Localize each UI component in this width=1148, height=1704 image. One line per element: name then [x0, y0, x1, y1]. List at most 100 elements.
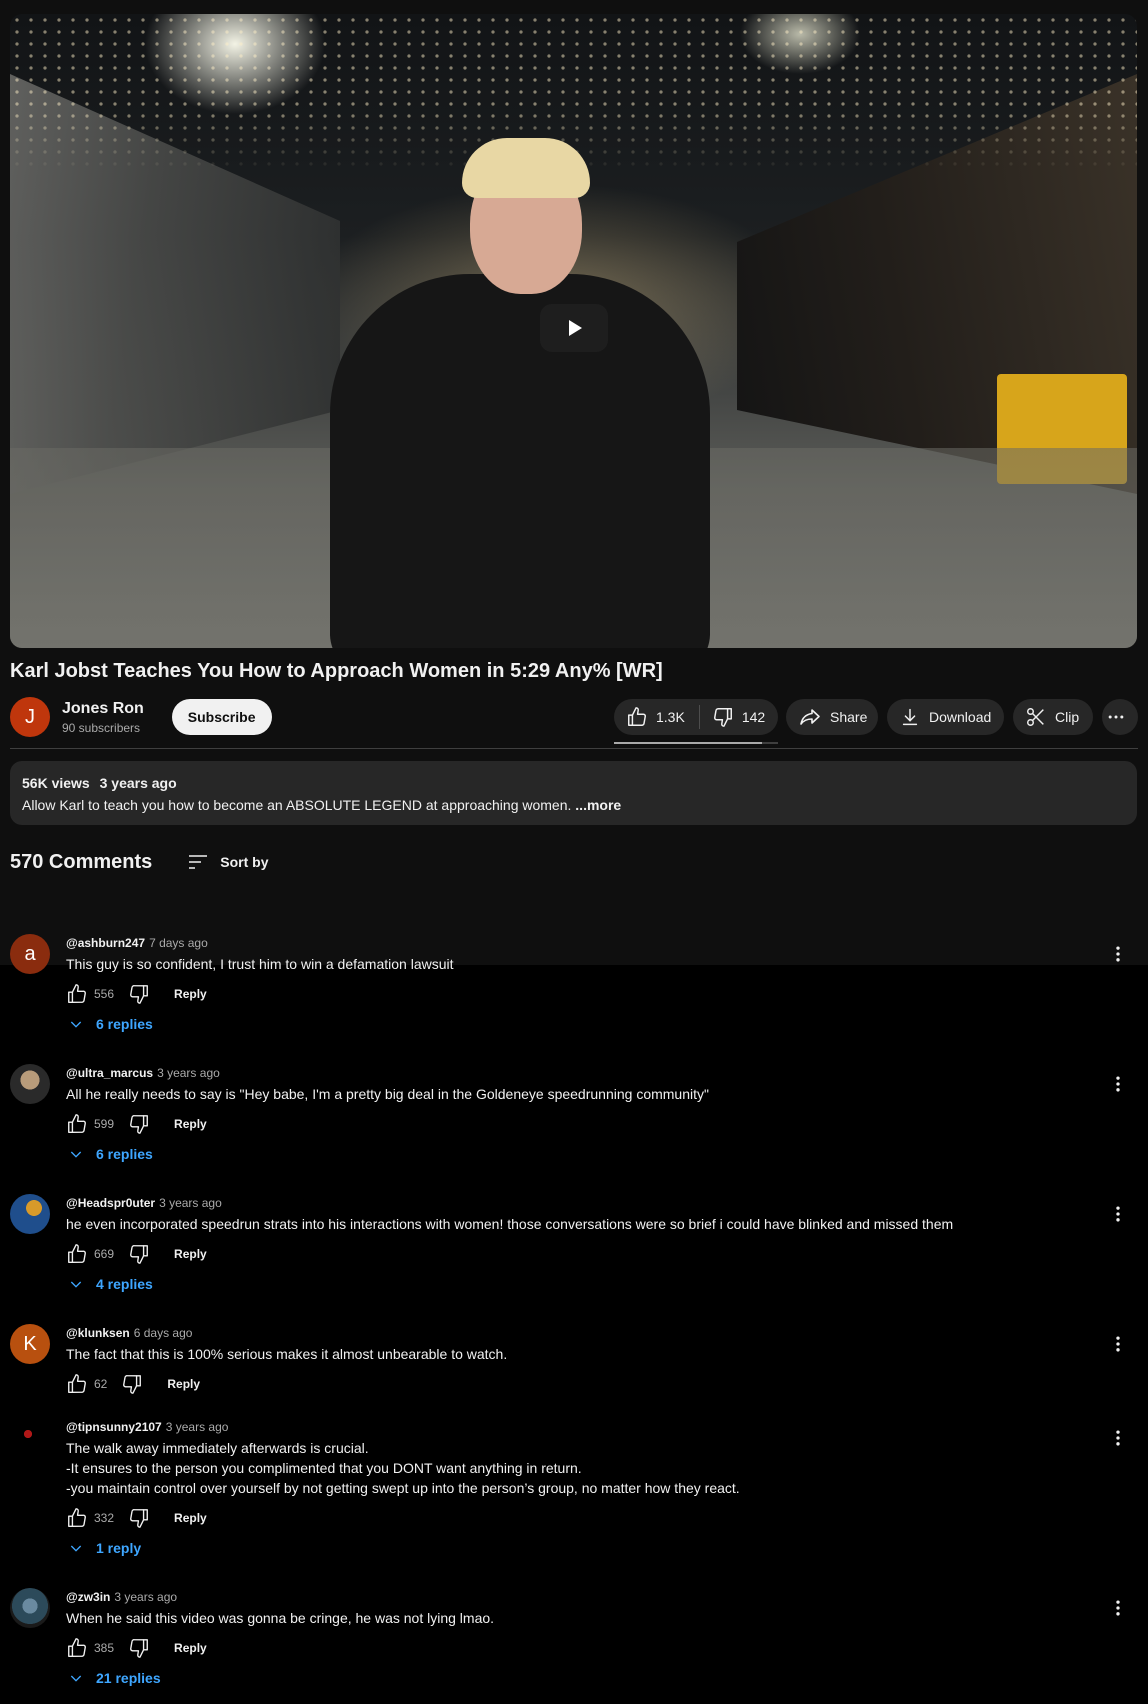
- comment-author[interactable]: @klunksen: [66, 1326, 130, 1340]
- comment-dislike-button[interactable]: [128, 1113, 150, 1135]
- comment-author[interactable]: @tipnsunny2107: [66, 1420, 162, 1434]
- thumb-down-icon: [123, 1375, 142, 1394]
- comment-dislike-button[interactable]: [128, 1637, 150, 1659]
- comment-body: @tipnsunny2107 3 years ago The walk away …: [66, 1418, 1066, 1556]
- comment-avatar[interactable]: K: [10, 1324, 50, 1364]
- comment-author[interactable]: @ultra_marcus: [66, 1066, 153, 1080]
- more-vertical-icon: [1116, 1600, 1120, 1616]
- comment-text: The fact that this is 100% serious makes…: [66, 1346, 508, 1362]
- thumb-up-icon: [68, 1638, 86, 1657]
- like-ratio-fill: [614, 742, 762, 744]
- replies-label: 21 replies: [96, 1670, 161, 1686]
- video-frame-person: [330, 134, 710, 648]
- chevron-down-icon: [70, 1675, 82, 1682]
- comment-text: When he said this video was gonna be cri…: [66, 1610, 495, 1626]
- comment-reply-button[interactable]: Reply: [174, 987, 207, 1001]
- clip-label: Clip: [1055, 709, 1080, 725]
- chevron-down-icon: [70, 1545, 82, 1552]
- comment-reply-button[interactable]: Reply: [167, 1377, 200, 1391]
- comment-menu-button[interactable]: [1106, 1072, 1130, 1096]
- download-icon: [902, 708, 918, 726]
- thumb-down-icon: [130, 1639, 148, 1658]
- comment-like-count: 669: [94, 1247, 115, 1261]
- comment-author[interactable]: @zw3in: [66, 1590, 110, 1604]
- view-replies-button[interactable]: 6 replies: [68, 1016, 1066, 1032]
- play-button[interactable]: [540, 304, 608, 352]
- comment-like-count: 332: [94, 1511, 115, 1525]
- comment-dislike-button[interactable]: [128, 983, 150, 1005]
- comment-dislike-button[interactable]: [128, 1507, 150, 1529]
- comment-reply-button[interactable]: Reply: [174, 1117, 207, 1131]
- description-more-link[interactable]: ...more: [575, 797, 621, 813]
- comment-time[interactable]: 7 days ago: [149, 936, 208, 950]
- thumb-down-icon: [130, 1115, 148, 1134]
- dislike-count: 142: [741, 709, 766, 725]
- view-replies-button[interactable]: 6 replies: [68, 1146, 1066, 1162]
- more-horizontal-icon: [1108, 715, 1124, 719]
- comment-menu-button[interactable]: [1106, 1426, 1130, 1450]
- action-bar: 1.3K 142 Share Download Clip: [0, 699, 1148, 735]
- view-replies-button[interactable]: 21 replies: [68, 1670, 1066, 1686]
- thumb-down-icon: [713, 708, 732, 727]
- download-label: Download: [929, 709, 992, 725]
- comment-like-count: 385: [94, 1641, 115, 1655]
- comment-like-button[interactable]: 669: [66, 1243, 114, 1265]
- comment-menu-button[interactable]: [1106, 1202, 1130, 1226]
- more-vertical-icon: [1116, 946, 1120, 962]
- comment-reply-button[interactable]: Reply: [174, 1641, 207, 1655]
- comment-time[interactable]: 3 years ago: [159, 1196, 222, 1210]
- comment-time[interactable]: 3 years ago: [114, 1590, 177, 1604]
- sort-label: Sort by: [220, 854, 269, 870]
- comment-menu-button[interactable]: [1106, 1596, 1130, 1620]
- chevron-down-icon: [70, 1281, 82, 1288]
- comment-reply-button[interactable]: Reply: [174, 1511, 207, 1525]
- comment-author[interactable]: @Headspr0uter: [66, 1196, 155, 1210]
- video-player[interactable]: [10, 14, 1137, 648]
- comment-dislike-button[interactable]: [128, 1243, 150, 1265]
- more-actions-button[interactable]: [1102, 699, 1138, 735]
- share-icon: [800, 709, 820, 725]
- comment-avatar[interactable]: a: [10, 934, 50, 974]
- comment-avatar[interactable]: [10, 1418, 50, 1458]
- comment-actions: 62 Reply: [66, 1372, 1066, 1396]
- more-vertical-icon: [1116, 1076, 1120, 1092]
- comment-time[interactable]: 6 days ago: [134, 1326, 193, 1340]
- like-button[interactable]: 1.3K: [614, 705, 700, 729]
- like-dislike-group: 1.3K 142: [614, 699, 778, 735]
- comment-avatar[interactable]: [10, 1588, 50, 1628]
- description-box[interactable]: 56K views 3 years ago Allow Karl to teac…: [10, 761, 1137, 825]
- comment-menu-button[interactable]: [1106, 942, 1130, 966]
- description-meta: 56K views 3 years ago: [22, 775, 1125, 791]
- comment-count: 570 Comments: [10, 850, 153, 873]
- view-count: 56K views: [22, 775, 90, 791]
- comment-like-button[interactable]: 332: [66, 1507, 114, 1529]
- comment-actions: 669 Reply: [66, 1242, 1066, 1266]
- comment-body: @klunksen 6 days ago The fact that this i…: [66, 1324, 1066, 1396]
- comment-like-button[interactable]: 62: [66, 1373, 107, 1395]
- comment-author[interactable]: @ashburn247: [66, 936, 145, 950]
- scissors-icon: [1027, 708, 1044, 726]
- sort-button[interactable]: Sort by: [186, 850, 269, 874]
- comment-reply-button[interactable]: Reply: [174, 1247, 207, 1261]
- comment-time[interactable]: 3 years ago: [166, 1420, 229, 1434]
- thumb-up-icon: [68, 1374, 86, 1393]
- download-button[interactable]: Download: [887, 699, 1004, 735]
- clip-button[interactable]: Clip: [1013, 699, 1093, 735]
- comment-like-button[interactable]: 556: [66, 983, 114, 1005]
- comment-menu-button[interactable]: [1106, 1332, 1130, 1356]
- comment-text: he even incorporated speedrun strats int…: [66, 1216, 954, 1232]
- comment-time[interactable]: 3 years ago: [157, 1066, 220, 1080]
- comment-avatar[interactable]: [10, 1194, 50, 1234]
- comment-like-button[interactable]: 599: [66, 1113, 114, 1135]
- comment-avatar[interactable]: [10, 1064, 50, 1104]
- comment-like-button[interactable]: 385: [66, 1637, 114, 1659]
- view-replies-button[interactable]: 4 replies: [68, 1276, 1066, 1292]
- share-button[interactable]: Share: [786, 699, 878, 735]
- replies-label: 1 reply: [96, 1540, 142, 1556]
- comment-dislike-button[interactable]: [121, 1373, 143, 1395]
- dislike-button[interactable]: 142: [700, 706, 777, 728]
- thumb-down-icon: [130, 1245, 148, 1264]
- share-label: Share: [830, 709, 868, 725]
- view-replies-button[interactable]: 1 reply: [68, 1540, 1066, 1556]
- thumb-up-icon: [68, 1508, 86, 1527]
